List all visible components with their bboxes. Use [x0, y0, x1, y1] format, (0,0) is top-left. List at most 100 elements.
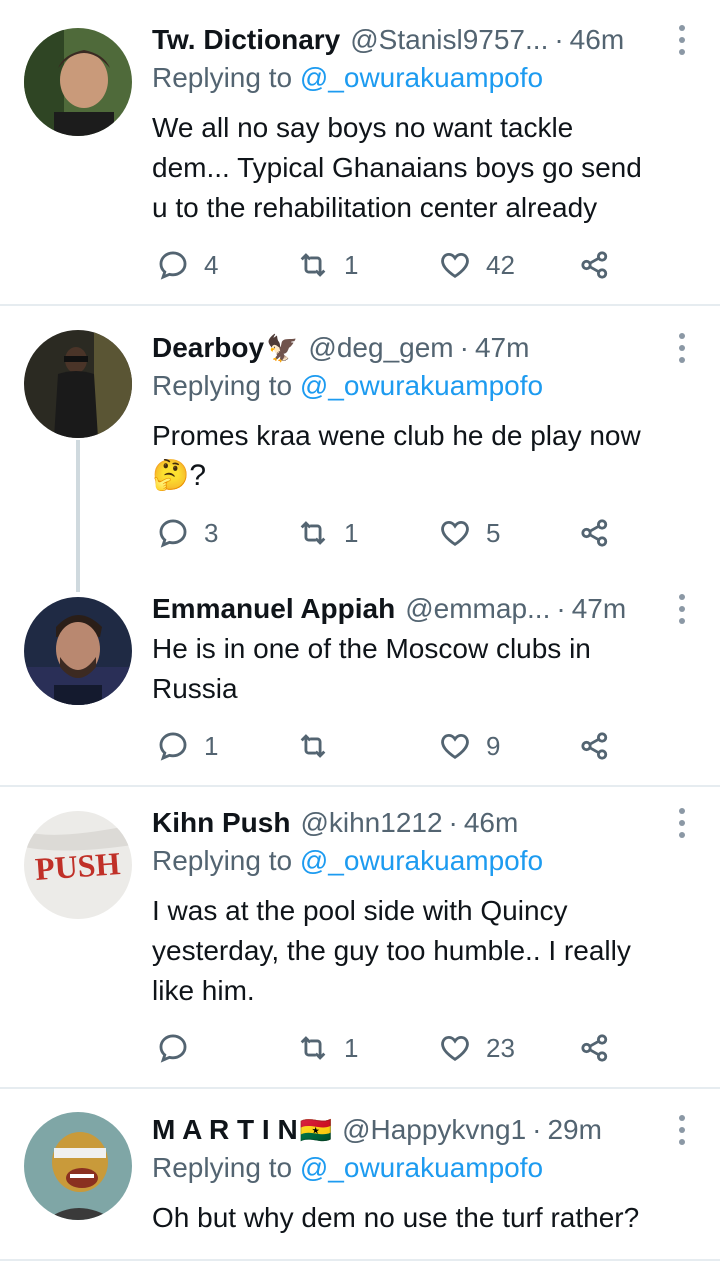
like-count: 23	[486, 1032, 515, 1063]
replying-handle-link[interactable]: @_owurakuampofo	[300, 845, 543, 876]
tweet-text: I was at the pool side with Quincy yeste…	[152, 891, 697, 1011]
reply-button[interactable]: 3	[156, 513, 218, 553]
share-button[interactable]	[578, 245, 612, 285]
author-name[interactable]: Tw. Dictionary	[152, 24, 340, 56]
separator: ·	[554, 24, 564, 55]
avatar[interactable]	[24, 1112, 132, 1220]
like-count: 5	[486, 517, 501, 548]
share-icon	[581, 1034, 608, 1062]
retweet-button[interactable]: 1	[296, 1028, 358, 1068]
retweet-count: 1	[344, 517, 359, 548]
retweet-count: 1	[344, 1032, 359, 1063]
avatar[interactable]	[24, 330, 132, 438]
tweet-header: Tw. Dictionary @Stanisl9757... · 46m	[152, 20, 664, 60]
author-handle[interactable]: @Happykvng1	[342, 1114, 526, 1146]
tweet-text-line: Russia	[152, 673, 238, 704]
tweet-text: Promes kraa wene club he de play now 🤔?	[152, 416, 697, 496]
replying-handle-link[interactable]: @_owurakuampofo	[300, 370, 543, 401]
separator: ·	[532, 1114, 542, 1145]
separator: ·	[459, 332, 469, 363]
like-button[interactable]: 5	[438, 513, 500, 553]
replying-prefix: Replying to	[152, 1152, 300, 1183]
reply-button[interactable]: 1	[156, 726, 218, 766]
more-icon[interactable]	[678, 333, 686, 363]
share-icon	[581, 732, 608, 760]
tweet-text-line: I was at the pool side with Quincy	[152, 895, 568, 926]
tweet-text-line: We all no say boys no want tackle	[152, 112, 574, 143]
avatar[interactable]	[24, 28, 132, 136]
avatar[interactable]	[24, 597, 132, 705]
author-handle[interactable]: @deg_gem	[308, 332, 453, 364]
share-icon	[581, 251, 608, 279]
author-name[interactable]: Dearboy	[152, 332, 264, 364]
action-bar: 4 1 42	[156, 245, 626, 285]
author-name[interactable]: Kihn Push	[152, 807, 290, 839]
tweet-text: He is in one of the Moscow clubs in Russ…	[152, 629, 697, 709]
eagle-icon: 🦅	[266, 332, 299, 363]
tweet-text-line: Promes kraa wene club he de play now	[152, 420, 641, 451]
author-handle[interactable]: @Stanisl9757...	[350, 24, 548, 56]
tweet-text-line: like him.	[152, 975, 255, 1006]
tweet-card[interactable]: Tw. Dictionary @Stanisl9757... · 46m Rep…	[0, 0, 720, 305]
more-icon[interactable]	[678, 594, 686, 624]
replying-prefix: Replying to	[152, 62, 300, 93]
tweet-text-line: He is in one of the Moscow clubs in	[152, 633, 591, 664]
tweet-text-line: yesterday, the guy too humble.. I really	[152, 935, 631, 966]
avatar[interactable]: PUSH	[24, 811, 132, 919]
retweet-button[interactable]	[296, 726, 330, 766]
tweet-card[interactable]: M A R T I N 🇬🇭 @Happykvng1 · 29m Replyin…	[0, 1089, 720, 1259]
action-bar: 1 9	[156, 726, 626, 766]
like-icon	[441, 733, 469, 759]
more-icon[interactable]	[678, 808, 686, 838]
ghana-flag-icon: 🇬🇭	[299, 1114, 333, 1145]
action-bar: 3 1 5	[156, 513, 626, 553]
tweet-card[interactable]: Emmanuel Appiah @emmap... · 47m He is in…	[0, 571, 720, 785]
share-button[interactable]	[578, 726, 612, 766]
timestamp[interactable]: 46m	[464, 807, 518, 839]
author-name[interactable]: M A R T I N	[152, 1114, 298, 1146]
reply-button[interactable]: 4	[156, 245, 218, 285]
tweet-text-line: 🤔?	[152, 459, 207, 492]
replying-handle-link[interactable]: @_owurakuampofo	[300, 62, 543, 93]
author-name[interactable]: Emmanuel Appiah	[152, 593, 395, 625]
more-icon[interactable]	[678, 25, 686, 55]
tweet-header: Dearboy 🦅 @deg_gem · 47m	[152, 328, 664, 368]
more-icon[interactable]	[678, 1115, 686, 1145]
retweet-button[interactable]: 1	[296, 245, 358, 285]
replying-to: Replying to @_owurakuampofo	[152, 62, 543, 94]
timestamp[interactable]: 46m	[570, 24, 624, 56]
like-icon	[441, 520, 469, 546]
like-button[interactable]: 23	[438, 1028, 515, 1068]
timestamp[interactable]: 29m	[547, 1114, 601, 1146]
divider	[0, 1259, 720, 1261]
like-icon	[441, 1035, 469, 1061]
tweet-text-line: u to the rehabilitation center already	[152, 192, 598, 223]
replying-prefix: Replying to	[152, 370, 300, 401]
avatar-logo-text: PUSH	[34, 845, 122, 887]
retweet-count: 1	[344, 249, 359, 280]
reply-button[interactable]	[156, 1028, 190, 1068]
share-button[interactable]	[578, 513, 612, 553]
like-button[interactable]: 9	[438, 726, 500, 766]
tweet-text-line: Oh but why dem no use the turf rather?	[152, 1202, 640, 1233]
tweet-card[interactable]: PUSH Kihn Push @kihn1212 · 46m Replying …	[0, 787, 720, 1087]
replying-handle-link[interactable]: @_owurakuampofo	[300, 1152, 543, 1183]
reply-count: 1	[204, 730, 219, 761]
replying-to: Replying to @_owurakuampofo	[152, 845, 543, 877]
author-handle[interactable]: @emmap...	[405, 593, 550, 625]
share-button[interactable]	[578, 1028, 612, 1068]
tweet-text: We all no say boys no want tackle dem...…	[152, 108, 697, 228]
retweet-icon	[300, 521, 326, 545]
tweet-card[interactable]: Dearboy 🦅 @deg_gem · 47m Replying to @_o…	[0, 306, 720, 571]
like-button[interactable]: 42	[438, 245, 515, 285]
author-handle[interactable]: @kihn1212	[300, 807, 442, 839]
retweet-button[interactable]: 1	[296, 513, 358, 553]
reply-icon	[159, 732, 187, 761]
timestamp[interactable]: 47m	[572, 593, 626, 625]
separator: ·	[556, 593, 566, 624]
share-icon	[581, 519, 608, 547]
like-icon	[441, 252, 469, 278]
timestamp[interactable]: 47m	[475, 332, 529, 364]
retweet-icon	[300, 734, 326, 758]
reply-icon	[159, 519, 187, 548]
